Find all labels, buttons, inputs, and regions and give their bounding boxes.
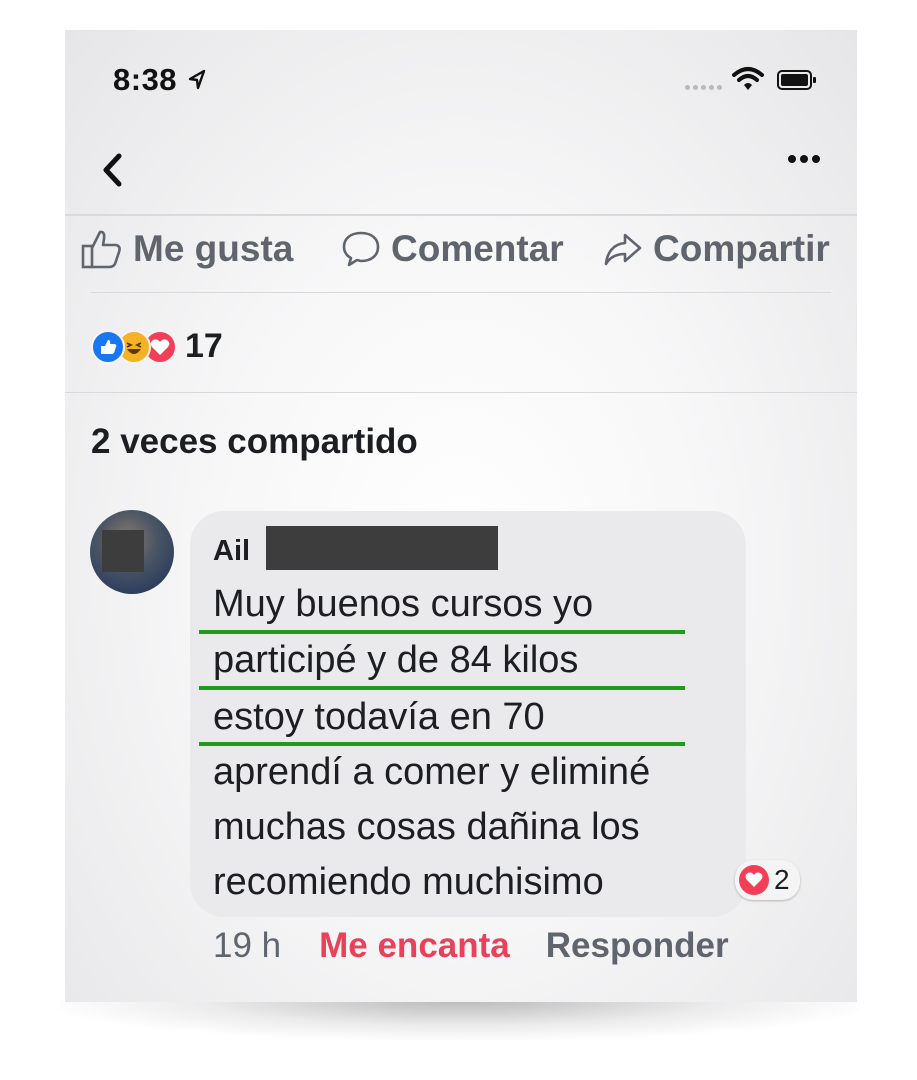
like-button[interactable]: Me gusta	[81, 228, 293, 270]
phone-screenshot: 8:38 Me gusta Comentar Compartir 17 2 ve…	[65, 30, 857, 1002]
shares-count[interactable]: 2 veces compartido	[91, 422, 418, 462]
comment-button[interactable]: Comentar	[341, 228, 564, 270]
reactions-divider	[65, 392, 857, 393]
cell-signal-icon	[685, 77, 725, 95]
battery-icon	[777, 70, 816, 90]
comment-author[interactable]: Ail	[213, 535, 250, 568]
card-shadow	[60, 1000, 860, 1040]
love-heart-icon	[739, 865, 769, 895]
thumbs-up-icon	[81, 230, 121, 269]
green-underline	[199, 630, 685, 634]
reaction-count: 17	[185, 327, 223, 365]
me-encanta-button[interactable]: Me encanta	[319, 926, 510, 966]
green-underline	[199, 742, 685, 746]
reactions-summary[interactable]: 17	[91, 327, 223, 366]
nav-divider	[65, 214, 857, 216]
commenter-avatar[interactable]	[90, 510, 174, 594]
comment-line: estoy todavía en 70	[213, 696, 545, 738]
comment-line: Muy buenos cursos yo	[213, 583, 594, 625]
wifi-icon	[732, 67, 764, 90]
comment-reaction-badge[interactable]: 2	[735, 860, 800, 900]
author-name-redaction	[266, 526, 498, 570]
reply-button[interactable]: Responder	[546, 926, 729, 966]
like-reaction-icon	[91, 329, 125, 364]
comment-reaction-count: 2	[774, 864, 790, 895]
comment-label: Comentar	[391, 228, 564, 269]
actions-divider	[91, 292, 831, 293]
comment-bubble-icon	[342, 231, 380, 267]
comment-time: 19 h	[213, 926, 282, 965]
like-label: Me gusta	[133, 228, 294, 269]
comment-line: participé y de 84 kilos	[213, 639, 579, 681]
avatar-redaction	[102, 530, 144, 572]
location-arrow-icon	[188, 69, 206, 90]
comment-line: aprendí a comer y eliminé	[213, 751, 651, 793]
green-underline	[199, 686, 685, 690]
comment-line: recomiendo muchisimo	[213, 861, 604, 903]
share-arrow-icon	[604, 233, 642, 266]
share-label: Compartir	[653, 228, 830, 269]
back-chevron-icon[interactable]	[100, 152, 124, 188]
more-options-icon[interactable]	[787, 154, 821, 164]
post-action-bar: Me gusta Comentar Compartir	[81, 228, 857, 276]
comment-line: muchas cosas dañina los	[213, 806, 640, 848]
comment-meta-row: 19 h Me encanta Responder	[213, 926, 729, 966]
share-button[interactable]: Compartir	[603, 228, 830, 270]
status-time: 8:38	[113, 62, 178, 97]
